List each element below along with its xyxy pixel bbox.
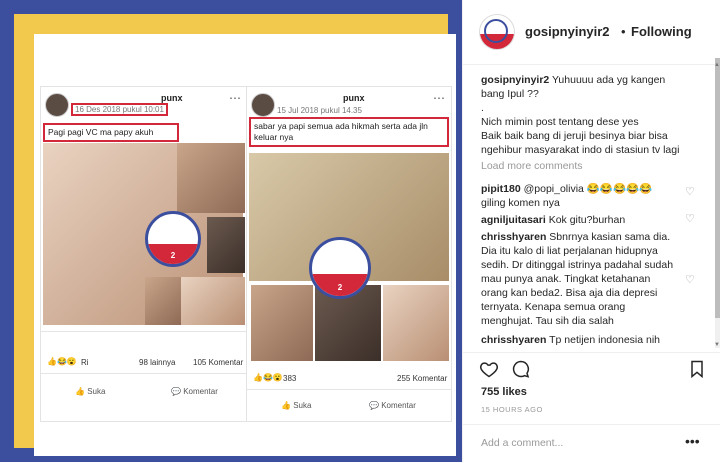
comment-username[interactable]: agniljuitasari (481, 214, 546, 226)
more-icon[interactable]: ••• (685, 433, 700, 449)
logo-number: 2 (337, 283, 343, 292)
comment: agniljuitasari Kok gitu?burhan (481, 213, 679, 227)
likes-count[interactable]: 755 likes (481, 386, 527, 398)
like-action: 👍 Suka (281, 401, 312, 410)
photo-inset-3 (383, 285, 449, 361)
caption-username[interactable]: gosipnyinyir2 (481, 74, 549, 86)
fb-avatar (251, 93, 275, 117)
comment-label: Komentar (183, 387, 218, 396)
image-frame: punx 16 Des 2018 pukul 10:01 ⋯ Pagi pagi… (14, 14, 456, 456)
fb-post-date: 16 Des 2018 pukul 10:01 (71, 103, 168, 116)
like-action: 👍 Suka (75, 387, 106, 396)
comment-count: 255 Komentar (397, 374, 448, 383)
watermark-logo: 2 (309, 237, 371, 299)
avatar[interactable] (479, 14, 515, 50)
comment-text: Kok gitu?burhan (548, 214, 626, 226)
fb-post-text: sabar ya papi semua ada hikmah serta ada… (249, 117, 449, 147)
like-label: Suka (87, 387, 106, 396)
comment-text: Tp netijen indonesia nih (549, 334, 661, 346)
reaction-icons: 👍😂😮 (47, 357, 77, 366)
bookmark-icon[interactable] (687, 359, 707, 379)
post-timestamp[interactable]: 15 HOURS AGO (481, 405, 543, 414)
reaction-count: 383 (283, 374, 297, 383)
fb-post-name: punx (161, 93, 183, 103)
fb-post-date: 15 Jul 2018 pukul 14.35 (277, 106, 362, 115)
photo-inset-4 (181, 277, 245, 325)
post-image[interactable]: punx 16 Des 2018 pukul 10:01 ⋯ Pagi pagi… (0, 0, 462, 462)
scroll-thumb[interactable] (715, 58, 720, 318)
image-inner: punx 16 Des 2018 pukul 10:01 ⋯ Pagi pagi… (34, 34, 456, 456)
header-separator: • (621, 24, 626, 39)
fb-post-text: Pagi pagi VC ma papy akuh (43, 123, 179, 142)
more-icon: ⋯ (229, 91, 241, 105)
comment: pipit180 @popi_olivia 😂😂😂😂😂 giling komen… (481, 182, 679, 210)
scroll-up-icon[interactable]: ▲ (714, 62, 720, 68)
watermark-logo: 2 (145, 211, 201, 267)
caption-line2: . (481, 102, 484, 114)
comment-text: Sbnrnya kasian sama dia. Dia itu kalo di… (481, 231, 674, 327)
add-comment-bar: Add a comment... ••• (463, 424, 720, 463)
scroll-down-icon[interactable]: ▼ (714, 342, 720, 348)
fb-post-name: punx (343, 93, 365, 103)
action-bar (463, 352, 720, 385)
comment-label: Komentar (381, 401, 416, 410)
reaction-name: Ri (81, 358, 89, 367)
fb-post-left: punx 16 Des 2018 pukul 10:01 ⋯ Pagi pagi… (40, 86, 248, 422)
comment-action: 💬 Komentar (369, 401, 416, 410)
comment-count: 105 Komentar (193, 358, 244, 367)
logo-number: 2 (170, 251, 176, 260)
comment-action: 💬 Komentar (171, 387, 218, 396)
comment-list[interactable]: gosipnyinyir2 Yuhuuuu ada yg kangen bang… (463, 65, 720, 355)
comment-username[interactable]: pipit180 (481, 183, 521, 195)
caption-line3: Nich mimin post tentang dese yes (481, 116, 639, 128)
fb-post-right: punx 15 Jul 2018 pukul 14.35 ⋯ sabar ya … (246, 86, 452, 422)
following-button[interactable]: Following (631, 24, 692, 39)
more-icon: ⋯ (433, 91, 445, 105)
reaction-count: 98 lainnya (139, 358, 176, 367)
scrollbar[interactable] (715, 58, 720, 348)
reaction-icons: 👍😂😮 (253, 373, 283, 382)
caption-line4: Baik baik bang di jeruji besinya biar bi… (481, 130, 680, 156)
heart-icon[interactable]: ♡ (685, 185, 695, 198)
post-header: gosipnyinyir2 • Following (463, 0, 720, 65)
comment: chrisshyaren Sbnrnya kasian sama dia. Di… (481, 230, 679, 328)
comment-username[interactable]: chrisshyaren (481, 231, 546, 243)
photo-inset-3 (145, 277, 181, 325)
photo-inset-2 (207, 217, 245, 273)
caption: gosipnyinyir2 Yuhuuuu ada yg kangen bang… (481, 73, 679, 101)
comment-icon[interactable] (511, 359, 531, 379)
comment-input[interactable]: Add a comment... (481, 437, 563, 449)
comment-username[interactable]: chrisshyaren (481, 334, 546, 346)
comment: chrisshyaren Tp netijen indonesia nih (481, 333, 679, 347)
fb-avatar (45, 93, 69, 117)
heart-icon[interactable]: ♡ (685, 212, 695, 225)
photo-inset-1 (177, 143, 245, 213)
like-label: Suka (293, 401, 312, 410)
heart-icon[interactable] (479, 359, 499, 379)
heart-icon[interactable]: ♡ (685, 273, 695, 286)
photo-inset-1 (251, 285, 313, 361)
header-username[interactable]: gosipnyinyir2 (525, 24, 610, 39)
post-sidebar: gosipnyinyir2 • Following gosipnyinyir2 … (462, 0, 720, 462)
load-more-comments[interactable]: Load more comments (481, 160, 583, 172)
